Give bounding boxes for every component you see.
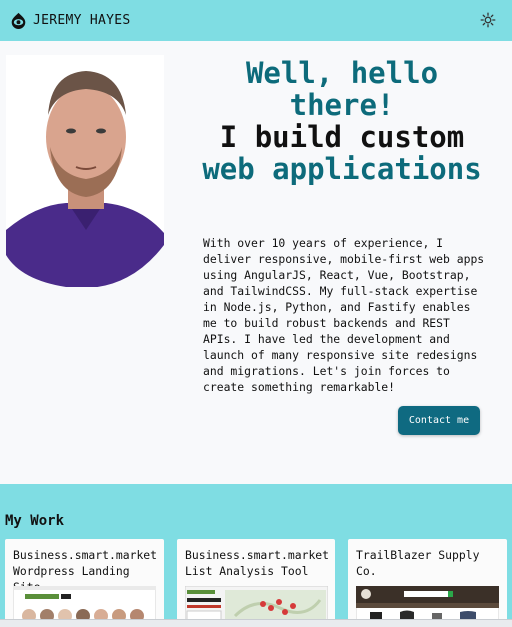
hero-headline: Well, hello there! I build custom web ap… <box>200 57 484 185</box>
project-card-title: TrailBlazer Supply Co. <box>356 548 480 578</box>
site-header: JEREMY HAYES <box>0 0 512 41</box>
brand-name: JEREMY HAYES <box>33 13 131 28</box>
project-card[interactable]: Business.smart.market List Analysis Tool <box>177 539 335 627</box>
project-card-title: Business.smart.market List Analysis Tool <box>185 548 330 578</box>
eye-logo-icon <box>11 12 26 29</box>
project-card[interactable]: Business.smart.market Wordpress Landing … <box>5 539 164 627</box>
my-work-heading: My Work <box>5 513 65 529</box>
my-work-section: My Work Business.smart.market Wordpress … <box>0 484 512 627</box>
headline-accent: web applications <box>202 152 482 186</box>
brand-link[interactable]: JEREMY HAYES <box>10 12 131 29</box>
profile-photo <box>6 55 164 287</box>
headline-greeting: Well, hello there! <box>245 56 439 122</box>
headline-main: I build custom <box>219 120 465 154</box>
project-card[interactable]: TrailBlazer Supply Co. <box>348 539 507 627</box>
contact-button[interactable]: Contact me <box>398 406 480 435</box>
hero-intro-text: With over 10 years of experience, I deli… <box>203 236 485 394</box>
horizontal-scrollbar[interactable] <box>0 619 512 627</box>
sun-icon[interactable] <box>480 12 496 28</box>
hero-section: Well, hello there! I build custom web ap… <box>0 41 512 484</box>
